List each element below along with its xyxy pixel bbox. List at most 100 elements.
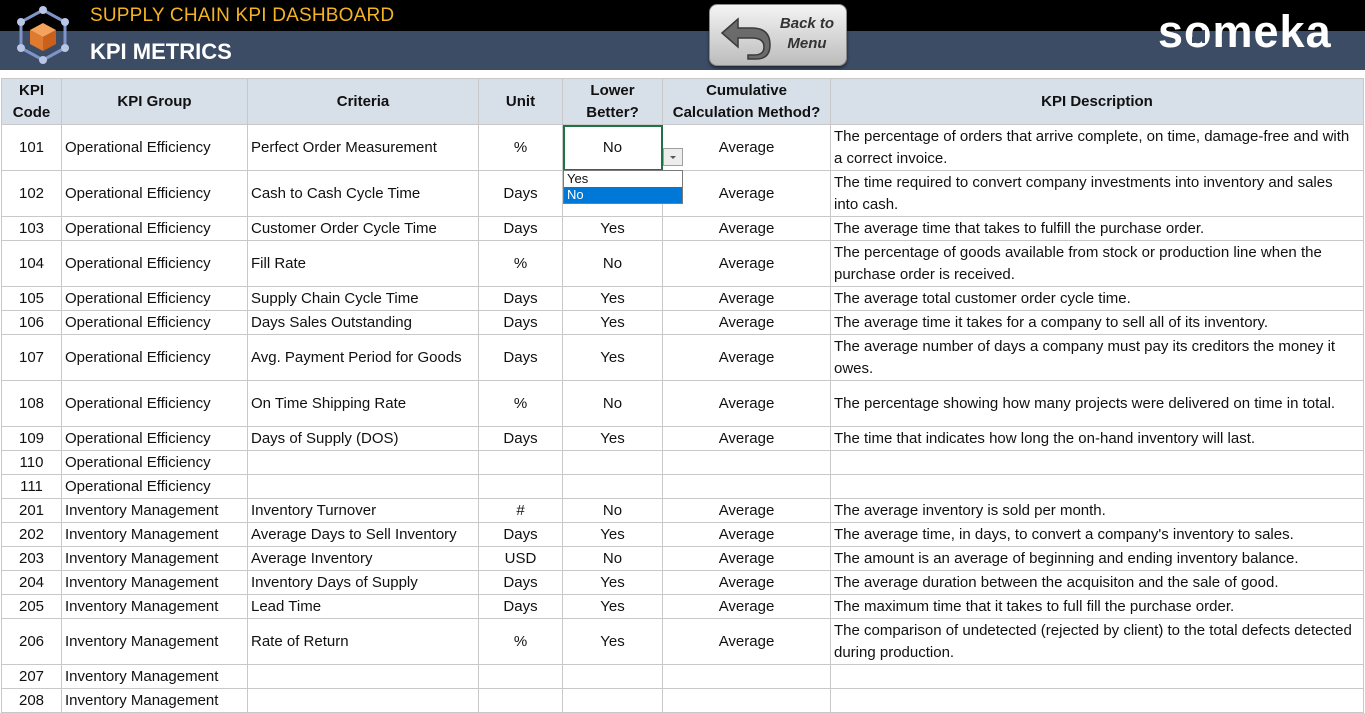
kpi-code-cell[interactable]: 206: [1, 618, 62, 665]
kpi-group-cell[interactable]: Inventory Management: [61, 618, 248, 665]
lower-better-cell[interactable]: [562, 474, 663, 499]
method-cell[interactable]: [662, 688, 831, 713]
kpi-code-cell[interactable]: 107: [1, 334, 62, 381]
unit-cell[interactable]: %: [478, 240, 563, 287]
kpi-group-cell[interactable]: Inventory Management: [61, 522, 248, 547]
kpi-code-cell[interactable]: 103: [1, 216, 62, 241]
unit-cell[interactable]: %: [478, 124, 563, 171]
description-cell[interactable]: The comparison of undetected (rejected b…: [830, 618, 1364, 665]
unit-cell[interactable]: %: [478, 380, 563, 427]
kpi-code-cell[interactable]: 205: [1, 594, 62, 619]
method-cell[interactable]: Average: [662, 618, 831, 665]
description-cell[interactable]: The amount is an average of beginning an…: [830, 546, 1364, 571]
description-cell[interactable]: The average time that takes to fulfill t…: [830, 216, 1364, 241]
kpi-code-cell[interactable]: 102: [1, 170, 62, 217]
description-cell[interactable]: [830, 664, 1364, 689]
description-cell[interactable]: The percentage showing how many projects…: [830, 380, 1364, 427]
description-cell[interactable]: The time required to convert company inv…: [830, 170, 1364, 217]
lower-better-cell[interactable]: [562, 450, 663, 475]
description-cell[interactable]: [830, 450, 1364, 475]
description-cell[interactable]: The average total customer order cycle t…: [830, 286, 1364, 311]
kpi-group-cell[interactable]: Operational Efficiency: [61, 170, 248, 217]
kpi-code-cell[interactable]: 101: [1, 124, 62, 171]
method-cell[interactable]: Average: [662, 286, 831, 311]
kpi-group-cell[interactable]: Operational Efficiency: [61, 334, 248, 381]
unit-cell[interactable]: Days: [478, 426, 563, 451]
lower-better-cell[interactable]: Yes: [562, 334, 663, 381]
unit-cell[interactable]: Days: [478, 286, 563, 311]
criteria-cell[interactable]: [247, 664, 479, 689]
criteria-cell[interactable]: Days of Supply (DOS): [247, 426, 479, 451]
kpi-code-cell[interactable]: 207: [1, 664, 62, 689]
criteria-cell[interactable]: Avg. Payment Period for Goods: [247, 334, 479, 381]
description-cell[interactable]: [830, 474, 1364, 499]
kpi-code-cell[interactable]: 201: [1, 498, 62, 523]
method-cell[interactable]: Average: [662, 124, 831, 171]
criteria-cell[interactable]: Average Days to Sell Inventory: [247, 522, 479, 547]
method-cell[interactable]: Average: [662, 334, 831, 381]
lower-better-cell[interactable]: Yes: [562, 570, 663, 595]
method-cell[interactable]: Average: [662, 522, 831, 547]
kpi-group-cell[interactable]: Inventory Management: [61, 570, 248, 595]
criteria-cell[interactable]: Average Inventory: [247, 546, 479, 571]
lower-better-cell[interactable]: [562, 664, 663, 689]
unit-cell[interactable]: [478, 474, 563, 499]
kpi-code-cell[interactable]: 110: [1, 450, 62, 475]
kpi-group-cell[interactable]: Operational Efficiency: [61, 474, 248, 499]
kpi-code-cell[interactable]: 104: [1, 240, 62, 287]
kpi-group-cell[interactable]: Inventory Management: [61, 688, 248, 713]
lower-better-cell[interactable]: No: [562, 546, 663, 571]
lower-better-cell[interactable]: [562, 688, 663, 713]
unit-cell[interactable]: [478, 688, 563, 713]
lower-better-cell[interactable]: Yes: [562, 594, 663, 619]
kpi-group-cell[interactable]: Operational Efficiency: [61, 240, 248, 287]
description-cell[interactable]: The average duration between the acquisi…: [830, 570, 1364, 595]
criteria-cell[interactable]: On Time Shipping Rate: [247, 380, 479, 427]
method-cell[interactable]: Average: [662, 240, 831, 287]
kpi-group-cell[interactable]: Operational Efficiency: [61, 124, 248, 171]
lower-better-cell[interactable]: No: [562, 498, 663, 523]
kpi-code-cell[interactable]: 111: [1, 474, 62, 499]
lower-better-cell[interactable]: Yes: [562, 426, 663, 451]
description-cell[interactable]: The maximum time that it takes to full f…: [830, 594, 1364, 619]
unit-cell[interactable]: Days: [478, 170, 563, 217]
lower-better-cell[interactable]: Yes: [562, 522, 663, 547]
unit-cell[interactable]: USD: [478, 546, 563, 571]
kpi-group-cell[interactable]: Operational Efficiency: [61, 310, 248, 335]
method-cell[interactable]: Average: [662, 216, 831, 241]
unit-cell[interactable]: Days: [478, 216, 563, 241]
lower-better-cell[interactable]: Yes: [562, 286, 663, 311]
description-cell[interactable]: The average time it takes for a company …: [830, 310, 1364, 335]
method-cell[interactable]: [662, 664, 831, 689]
description-cell[interactable]: The percentage of goods available from s…: [830, 240, 1364, 287]
unit-cell[interactable]: Days: [478, 334, 563, 381]
method-cell[interactable]: Average: [662, 498, 831, 523]
unit-cell[interactable]: [478, 664, 563, 689]
criteria-cell[interactable]: Perfect Order Measurement: [247, 124, 479, 171]
kpi-group-cell[interactable]: Inventory Management: [61, 594, 248, 619]
kpi-code-cell[interactable]: 108: [1, 380, 62, 427]
unit-cell[interactable]: Days: [478, 570, 563, 595]
kpi-code-cell[interactable]: 204: [1, 570, 62, 595]
kpi-group-cell[interactable]: Operational Efficiency: [61, 286, 248, 311]
dropdown-toggle-button[interactable]: [663, 148, 683, 166]
description-cell[interactable]: The percentage of orders that arrive com…: [830, 124, 1364, 171]
dropdown-option-no[interactable]: No: [564, 187, 682, 203]
criteria-cell[interactable]: [247, 688, 479, 713]
criteria-cell[interactable]: Supply Chain Cycle Time: [247, 286, 479, 311]
method-cell[interactable]: Average: [662, 426, 831, 451]
kpi-group-cell[interactable]: Inventory Management: [61, 664, 248, 689]
method-cell[interactable]: Average: [662, 380, 831, 427]
criteria-cell[interactable]: Inventory Days of Supply: [247, 570, 479, 595]
lower-better-cell[interactable]: No: [562, 240, 663, 287]
method-cell[interactable]: Average: [662, 170, 831, 217]
dropdown-option-yes[interactable]: Yes: [564, 171, 682, 187]
lower-better-cell[interactable]: No: [562, 124, 663, 171]
criteria-cell[interactable]: Fill Rate: [247, 240, 479, 287]
lower-better-cell[interactable]: Yes: [562, 618, 663, 665]
criteria-cell[interactable]: Inventory Turnover: [247, 498, 479, 523]
lower-better-cell[interactable]: No: [562, 380, 663, 427]
unit-cell[interactable]: Days: [478, 310, 563, 335]
description-cell[interactable]: [830, 688, 1364, 713]
kpi-code-cell[interactable]: 202: [1, 522, 62, 547]
